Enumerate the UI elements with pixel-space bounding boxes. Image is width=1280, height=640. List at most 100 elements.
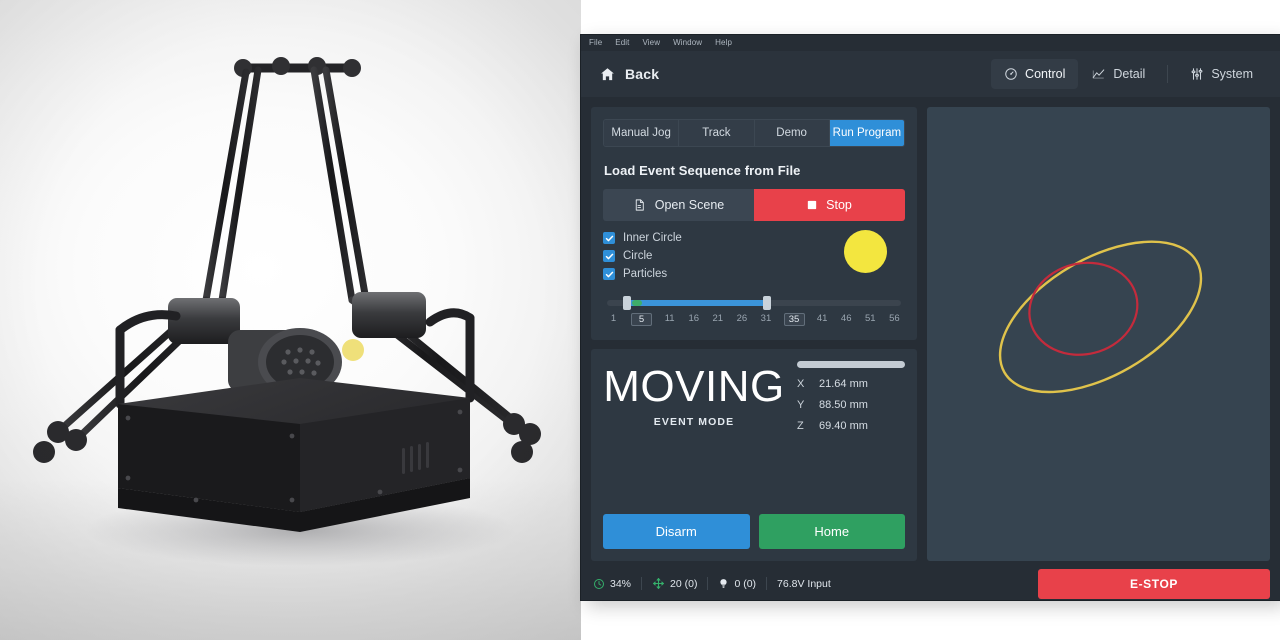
coordinate-bar [797, 361, 905, 368]
status-item-voltage: 76.8V Input [777, 578, 831, 590]
checkbox-label: Inner Circle [623, 232, 682, 244]
check-icon [605, 253, 613, 259]
file-action-row: Open Scene Stop [603, 189, 905, 221]
slider-tick: 11 [664, 313, 675, 324]
status-action-row: Disarm Home [603, 514, 905, 549]
estop-button[interactable]: E-STOP [1038, 568, 1270, 599]
menu-item-file[interactable]: File [587, 38, 604, 48]
slider-tick: 31 [760, 313, 772, 324]
slider-track[interactable] [607, 296, 901, 310]
slider-tick: 51 [864, 313, 876, 324]
nav-label-control: Control [1025, 67, 1066, 81]
sliders-icon [1191, 68, 1203, 80]
slider-tick-low: 5 [631, 313, 653, 326]
coordinate-readout: X 21.64 mm Y 88.50 mm Z 69.40 mm [797, 359, 905, 441]
status-separator [766, 577, 768, 590]
status-item-battery: 34% [593, 578, 631, 590]
outer-path [998, 240, 1203, 394]
status-item-lamp: 0 (0) [718, 577, 756, 590]
status-state-block: MOVING EVENT MODE [603, 359, 785, 429]
application-window: File Edit View Window Help Back Control … [581, 35, 1280, 600]
coordinate-z: Z 69.40 mm [797, 420, 905, 432]
status-bar: 34% 20 (0) 0 (0) 76.8V Input E-STOP [581, 567, 1280, 600]
checkbox-box [603, 232, 615, 244]
back-button[interactable]: Back [599, 66, 659, 83]
axis-value-y: 88.50 mm [819, 399, 868, 411]
screenshot-root: File Edit View Window Help Back Control … [0, 0, 1280, 640]
line-chart-icon [1093, 69, 1105, 79]
menu-item-edit[interactable]: Edit [613, 38, 631, 48]
menu-bar: File Edit View Window Help [581, 35, 1280, 51]
machine-mode: EVENT MODE [653, 416, 735, 428]
slider-tick: 1 [610, 313, 617, 324]
checkbox-label: Particles [623, 268, 668, 280]
section-title: Load Event Sequence from File [604, 163, 801, 178]
home-button[interactable]: Home [758, 514, 905, 549]
stop-label: Stop [826, 198, 852, 212]
nav-group: Control Detail System [991, 59, 1266, 89]
nav-item-detail[interactable]: Detail [1078, 59, 1158, 89]
status-text-motion: 20 (0) [670, 577, 698, 590]
photo-vignette [0, 0, 581, 640]
checkbox-label: Circle [623, 250, 653, 262]
left-column: Manual Jog Track Demo Run Program Load E… [591, 107, 917, 561]
mode-tabs: Manual Jog Track Demo Run Program [603, 119, 905, 147]
tab-demo[interactable]: Demo [754, 120, 830, 146]
tab-track[interactable]: Track [679, 120, 755, 146]
axis-label-x: X [797, 378, 805, 390]
menu-item-view[interactable]: View [640, 38, 662, 48]
slider-tick: 56 [889, 313, 900, 324]
stop-button[interactable]: Stop [754, 189, 905, 221]
status-row: MOVING EVENT MODE X 21.64 mm Y 88.50 mm … [603, 359, 905, 441]
slider-handle-low[interactable] [623, 296, 632, 310]
path-viewport[interactable] [927, 107, 1270, 561]
program-panel: Manual Jog Track Demo Run Program Load E… [591, 107, 917, 340]
nav-label-system: System [1211, 67, 1253, 81]
bulb-icon [720, 579, 728, 588]
menu-item-window[interactable]: Window [671, 38, 704, 48]
file-open-icon [635, 199, 644, 211]
check-icon [605, 271, 613, 277]
tab-manual-jog[interactable]: Manual Jog [604, 120, 680, 146]
main-body: Manual Jog Track Demo Run Program Load E… [581, 97, 1280, 567]
axis-value-x: 21.64 mm [819, 378, 868, 390]
status-separator [707, 577, 709, 590]
event-range-slider[interactable]: 1 5 11 16 21 26 31 35 41 46 51 56 [603, 296, 905, 326]
coordinate-y: Y 88.50 mm [797, 399, 905, 411]
machine-state: MOVING [603, 362, 785, 411]
slider-tick: 46 [840, 313, 852, 324]
checkbox-box [603, 268, 615, 280]
disarm-button[interactable]: Disarm [603, 514, 750, 549]
home-icon [601, 67, 614, 80]
axis-value-z: 69.40 mm [819, 420, 868, 432]
top-bar: Back Control Detail System [581, 51, 1280, 97]
clock-icon [594, 578, 604, 589]
tab-run-program[interactable]: Run Program [829, 120, 904, 146]
slider-ticks: 1 5 11 16 21 26 31 35 41 46 51 56 [607, 313, 901, 326]
path-preview-svg [998, 240, 1203, 394]
slider-range-fill [628, 300, 768, 306]
nav-item-control[interactable]: Control [991, 59, 1079, 89]
scene-object-checkboxes: Inner Circle Circle Particles [603, 230, 905, 280]
stop-square-icon [807, 200, 817, 210]
status-text-voltage: 76.8V Input [777, 577, 831, 590]
status-separator [641, 577, 643, 590]
coordinate-x: X 21.64 mm [797, 378, 905, 390]
nav-separator [1167, 65, 1169, 83]
slider-tick: 41 [816, 313, 828, 324]
slider-handle-high[interactable] [763, 296, 772, 310]
axis-label-y: Y [797, 399, 805, 411]
checkbox-box [603, 250, 615, 262]
status-indicator-dot [844, 230, 887, 273]
open-scene-button[interactable]: Open Scene [603, 189, 754, 221]
slider-tick: 21 [712, 313, 724, 324]
slider-tick: 26 [736, 313, 748, 324]
nav-label-detail: Detail [1113, 67, 1146, 81]
menu-item-help[interactable]: Help [713, 38, 734, 48]
axis-label-z: Z [797, 420, 804, 432]
product-photo [0, 0, 581, 640]
nav-item-system[interactable]: System [1177, 59, 1266, 89]
inner-path [1028, 261, 1139, 356]
back-label: Back [625, 66, 660, 82]
status-item-motion: 20 (0) [652, 577, 697, 590]
